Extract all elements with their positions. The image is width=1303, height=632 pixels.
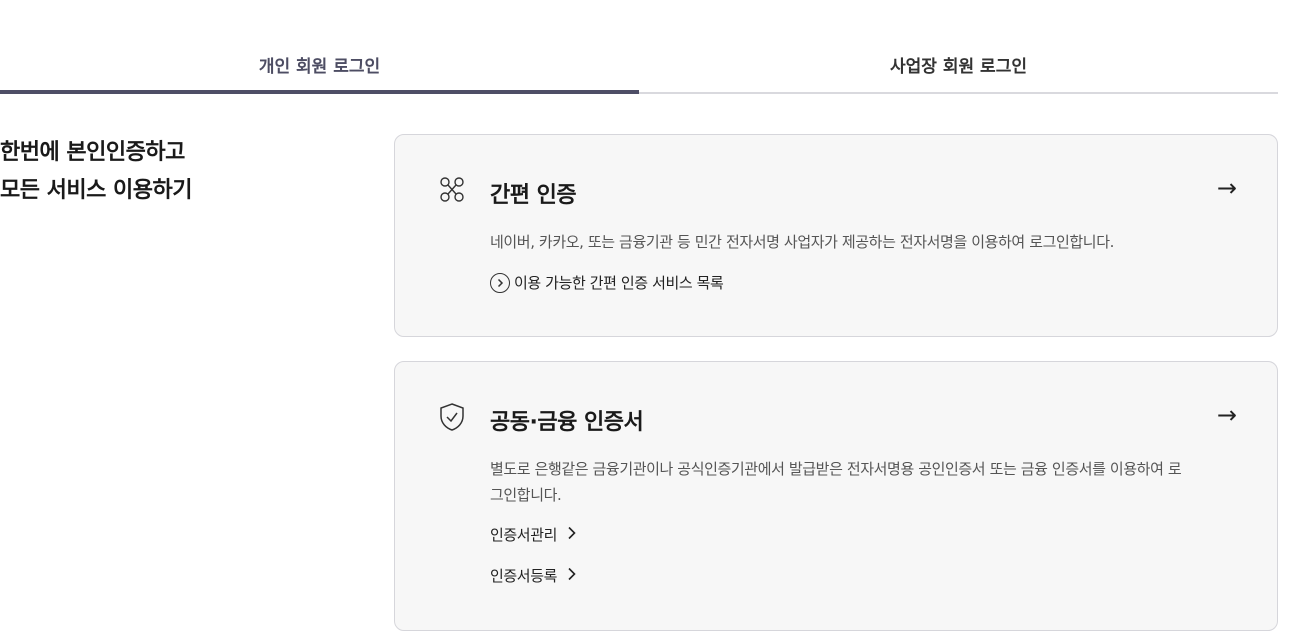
certificate-management-label: 인증서관리 (490, 526, 558, 544)
certificate-registration-label: 인증서등록 (490, 567, 558, 585)
simple-auth-service-list-link[interactable]: 이용 가능한 간편 인증 서비스 목록 (490, 272, 724, 293)
chevron-right-icon (567, 567, 577, 585)
simple-auth-card[interactable]: 간편 인증 → 네이버, 카카오, 또는 금융기관 등 민간 전자서명 사업자가… (394, 134, 1278, 337)
circle-chevron-right-icon (490, 272, 510, 293)
login-page: 개인 회원 로그인 사업장 회원 로그인 한번에 본인인증하고 모든 서비스 이… (0, 0, 1303, 632)
page-headline: 한번에 본인인증하고 모든 서비스 이용하기 (0, 134, 360, 210)
tab-business-login[interactable]: 사업장 회원 로그인 (639, 36, 1278, 92)
certificate-management-link[interactable]: 인증서관리 (490, 524, 577, 545)
certificate-registration-link[interactable]: 인증서등록 (490, 565, 577, 586)
arrow-right-icon[interactable]: → (1217, 173, 1237, 203)
headline-line-2: 모든 서비스 이용하기 (0, 178, 192, 203)
simple-auth-description: 네이버, 카카오, 또는 금융기관 등 민간 전자서명 사업자가 제공하는 전자… (490, 233, 1114, 251)
chevron-right-icon (567, 526, 577, 544)
simple-auth-icon (437, 175, 467, 205)
certificate-auth-description: 별도로 은행같은 금융기관이나 공식인증기관에서 발급받은 전자서명용 공인인증… (490, 460, 1182, 504)
simple-auth-service-list-label: 이용 가능한 간편 인증 서비스 목록 (514, 274, 724, 292)
headline-line-1: 한번에 본인인증하고 (0, 140, 185, 165)
tab-personal-login[interactable]: 개인 회원 로그인 (0, 36, 639, 94)
login-tabs: 개인 회원 로그인 사업장 회원 로그인 (0, 36, 1278, 94)
arrow-right-icon[interactable]: → (1217, 400, 1237, 430)
certificate-auth-title: 공동·금융 인증서 (490, 410, 644, 435)
simple-auth-title: 간편 인증 (490, 183, 577, 208)
certificate-auth-card[interactable]: 공동·금융 인증서 → 별도로 은행같은 금융기관이나 공식인증기관에서 발급받… (394, 361, 1278, 631)
shield-check-icon (437, 402, 467, 432)
